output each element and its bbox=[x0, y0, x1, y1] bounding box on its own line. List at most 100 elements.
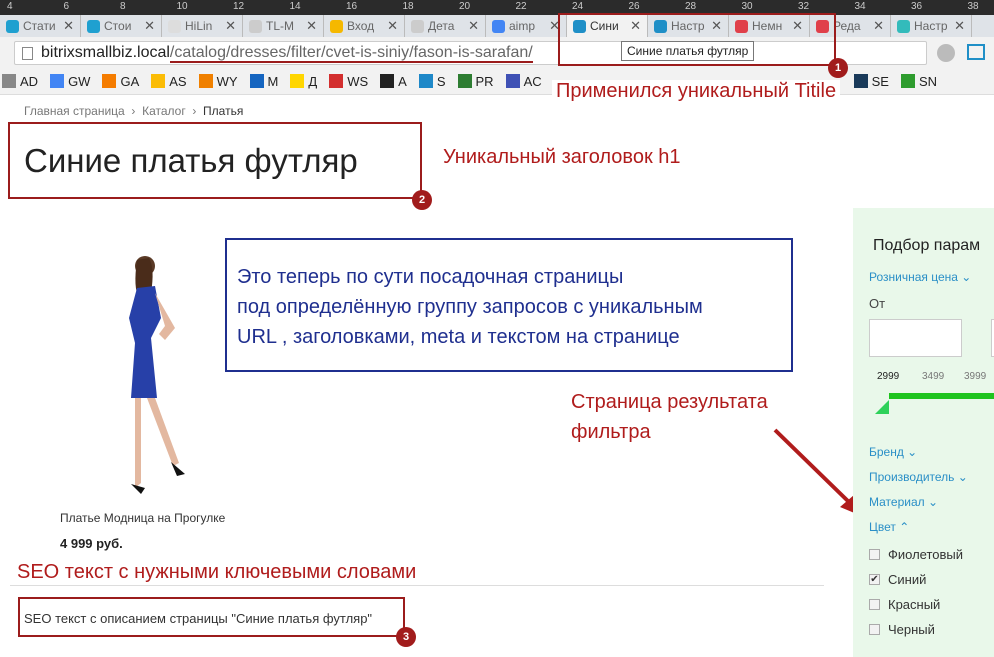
tab-favicon-icon bbox=[87, 19, 100, 33]
price-slider-track[interactable] bbox=[889, 393, 994, 399]
color-option-label: Черный bbox=[888, 622, 935, 637]
color-option-label: Синий bbox=[888, 572, 927, 587]
tab-favicon-icon bbox=[249, 19, 262, 33]
bookmark[interactable]: PR bbox=[457, 74, 494, 89]
extension-icon[interactable] bbox=[937, 44, 955, 62]
breadcrumb-catalog[interactable]: Каталог bbox=[142, 104, 186, 118]
annotation-h1: Уникальный заголовок h1 bbox=[443, 146, 681, 168]
breadcrumb-home[interactable]: Главная страница bbox=[24, 104, 125, 118]
breadcrumb-separator: › bbox=[131, 104, 136, 118]
bookmark[interactable]: AC bbox=[505, 74, 542, 89]
annotation-badge-3: 3 bbox=[396, 627, 416, 647]
product-image[interactable] bbox=[115, 248, 195, 498]
product-name[interactable]: Платье Модница на Прогулке bbox=[60, 511, 225, 525]
ruler-tick: 30 bbox=[741, 1, 753, 12]
color-option-label: Фиолетовый bbox=[888, 547, 964, 562]
close-tab-icon[interactable]: ✕ bbox=[954, 18, 965, 34]
close-tab-icon[interactable]: ✕ bbox=[144, 18, 155, 34]
filter-brand[interactable]: Бренд ⌄ bbox=[869, 445, 917, 459]
bookmark[interactable]: AD bbox=[2, 74, 38, 89]
annotation-line: Это теперь по сути посадочная страницы bbox=[237, 266, 624, 288]
seo-text-content: SEO текст с описанием страницы "Синие пл… bbox=[24, 611, 373, 626]
breadcrumb-separator: › bbox=[192, 104, 197, 118]
bookmark[interactable]: WY bbox=[198, 74, 238, 89]
annotation-title: Применился уникальный Titile bbox=[552, 80, 841, 103]
bookmark-icon bbox=[418, 74, 433, 88]
close-tab-icon[interactable]: ✕ bbox=[306, 18, 317, 34]
ruler-tick: 28 bbox=[685, 1, 697, 12]
filter-price-toggle[interactable]: Розничная цена ⌄ bbox=[869, 270, 971, 284]
bookmark[interactable]: SE bbox=[853, 74, 889, 89]
checkbox[interactable]: ✔ bbox=[869, 574, 880, 585]
tab[interactable]: Стои ✕ bbox=[81, 15, 162, 37]
ruler-tick: 12 bbox=[233, 1, 245, 12]
bookmark[interactable]: M bbox=[249, 74, 279, 89]
price-tick: 2999 bbox=[877, 371, 900, 382]
color-option[interactable]: Красный bbox=[869, 597, 940, 612]
annotation-line: Страница результата bbox=[571, 391, 768, 413]
bookmark-label: S bbox=[436, 74, 446, 89]
url-path: /catalog/dresses/filter/cvet-is-siniy/fa… bbox=[169, 44, 533, 63]
bookmark-icon bbox=[853, 74, 868, 88]
bookmark-label: M bbox=[267, 74, 279, 89]
tab[interactable]: aimp ✕ bbox=[486, 15, 567, 37]
bookmark[interactable]: Д bbox=[290, 74, 317, 89]
bookmark-icon bbox=[900, 74, 915, 88]
tab[interactable]: Дета ✕ bbox=[405, 15, 486, 37]
bookmark[interactable]: S bbox=[418, 74, 446, 89]
bookmark-label: AC bbox=[523, 74, 542, 89]
bookmark-icon bbox=[50, 74, 65, 88]
seo-text: SEO текст с описанием страницы "Синие пл… bbox=[18, 597, 405, 637]
tab[interactable]: HiLin ✕ bbox=[162, 15, 243, 37]
bookmark[interactable]: GA bbox=[102, 74, 139, 89]
bookmark-label: AD bbox=[20, 74, 39, 89]
bookmark[interactable]: SN bbox=[900, 74, 937, 89]
filter-color[interactable]: Цвет ⌃ bbox=[869, 520, 909, 534]
tab-favicon-icon bbox=[168, 19, 181, 33]
checkbox[interactable] bbox=[869, 549, 880, 560]
tab[interactable]: Вход ✕ bbox=[324, 15, 405, 37]
bookmark[interactable]: WS bbox=[329, 74, 368, 89]
color-option[interactable]: ✔ Синий bbox=[869, 572, 926, 587]
bookmark-icon bbox=[380, 74, 395, 88]
price-slider-handle[interactable] bbox=[875, 400, 889, 414]
color-option[interactable]: Черный bbox=[869, 622, 935, 637]
breadcrumb-current: Платья bbox=[203, 104, 244, 118]
checkbox[interactable] bbox=[869, 599, 880, 610]
breadcrumb: Главная страница › Каталог › Платья bbox=[24, 104, 243, 118]
close-tab-icon[interactable]: ✕ bbox=[387, 18, 398, 34]
filter-manufacturer[interactable]: Производитель ⌄ bbox=[869, 470, 968, 484]
bookmark-icon bbox=[2, 74, 16, 88]
close-tab-icon[interactable]: ✕ bbox=[225, 18, 236, 34]
bookmark[interactable]: AS bbox=[151, 74, 187, 89]
close-tab-icon[interactable]: ✕ bbox=[468, 18, 479, 34]
bookmark-label: WS bbox=[347, 74, 369, 89]
ruler-tick: 26 bbox=[628, 1, 640, 12]
color-option[interactable]: Фиолетовый bbox=[869, 547, 963, 562]
checkbox[interactable] bbox=[869, 624, 880, 635]
close-tab-icon[interactable]: ✕ bbox=[873, 18, 884, 34]
tab[interactable]: Стати ✕ bbox=[0, 15, 81, 37]
bookmark[interactable]: GW bbox=[50, 74, 90, 89]
bookmark-icon bbox=[290, 74, 305, 88]
bookmark-label: WY bbox=[216, 74, 238, 89]
ruler: 4 6 8 10 12 14 16 18 20 22 24 26 28 30 32 34 36 38 bbox=[0, 0, 994, 15]
tab-title: Стати bbox=[23, 19, 56, 33]
ruler-tick: 18 bbox=[402, 1, 414, 12]
bookmark-label: PR bbox=[475, 74, 494, 89]
tab[interactable]: Настр ✕ bbox=[891, 15, 972, 37]
price-from-input[interactable] bbox=[869, 319, 962, 357]
filter-material[interactable]: Материал ⌄ bbox=[869, 495, 938, 509]
fullscreen-icon[interactable] bbox=[967, 44, 985, 60]
tab[interactable]: TL-M ✕ bbox=[243, 15, 324, 37]
ruler-tick: 34 bbox=[854, 1, 866, 12]
ruler-tick: 24 bbox=[572, 1, 584, 12]
tab-title: HiLin bbox=[185, 19, 213, 33]
tab-favicon-icon bbox=[492, 19, 505, 33]
annotation-line: под определённую группу запросов с уника… bbox=[237, 296, 703, 318]
annotation-line: URL , заголовками, meta и текстом на стр… bbox=[237, 326, 680, 348]
bookmark-label: A bbox=[398, 74, 407, 89]
close-tab-icon[interactable]: ✕ bbox=[63, 18, 74, 34]
page-title: Синие платья футляр bbox=[24, 142, 358, 179]
bookmark[interactable]: A bbox=[380, 74, 407, 89]
